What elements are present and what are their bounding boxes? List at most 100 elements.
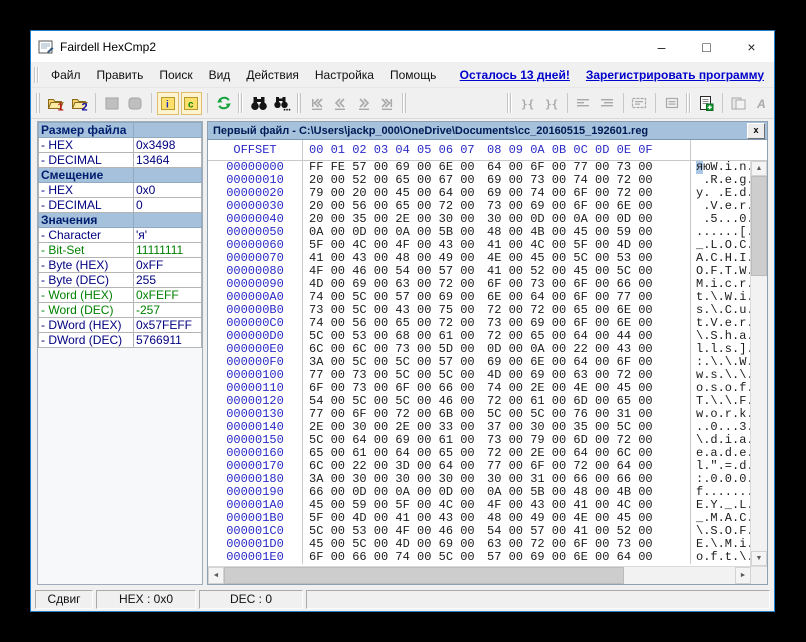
sidebar-row-character: - Character'я' — [39, 228, 202, 243]
sync-scroll-left-button: }{ — [517, 92, 538, 115]
find-icon — [250, 96, 268, 111]
maximize-button[interactable]: □ — [684, 31, 729, 62]
horizontal-scroll-thumb[interactable] — [224, 567, 624, 584]
goto-offset-button — [628, 92, 649, 115]
hex-row-000001B0[interactable]: 000001B05F 00 4D 00 41 00 43 0048 00 49 … — [208, 512, 750, 525]
save-file-1-icon — [104, 96, 120, 111]
hex-row-00000160[interactable]: 0000016065 00 61 00 64 00 65 0072 00 2E … — [208, 447, 750, 460]
open-file-1-button[interactable]: 1 — [45, 92, 66, 115]
sidebar-row-size-decimal: - DECIMAL13464 — [39, 153, 202, 168]
hex-row-00000020[interactable]: 0000002079 00 20 00 45 00 64 0069 00 74 … — [208, 187, 750, 200]
hex-ascii: t.\.W.i.n.d.o.w. — [690, 291, 750, 304]
menu-help[interactable]: Помощь — [382, 64, 444, 86]
sidebar-row-label: - Character — [39, 228, 134, 243]
hex-row-00000010[interactable]: 0000001020 00 52 00 65 00 67 0069 00 73 … — [208, 174, 750, 187]
sidebar-row-word-hex: - Word (HEX)0xFEFF — [39, 288, 202, 303]
scroll-up-icon[interactable]: ▲ — [751, 161, 767, 176]
hex-row-00000100[interactable]: 0000010077 00 73 00 5C 00 5C 004D 00 69 … — [208, 369, 750, 382]
sidebar-row-label: - Word (DEC) — [39, 303, 134, 318]
find-next-button[interactable] — [271, 92, 292, 115]
hex-row-00000110[interactable]: 000001106F 00 73 00 6F 00 66 0074 00 2E … — [208, 382, 750, 395]
hex-ascii: M.i.c.r.o.s.o.f. — [690, 278, 750, 291]
minimize-button[interactable]: – — [639, 31, 684, 62]
hex-panel-close-icon[interactable]: x — [747, 123, 765, 139]
hex-row-000000B0[interactable]: 000000B073 00 5C 00 43 00 75 0072 00 72 … — [208, 304, 750, 317]
register-program-link[interactable]: Зарегистрировать программу — [586, 68, 764, 82]
vertical-scroll-thumb[interactable] — [751, 176, 767, 276]
hex-row-00000050[interactable]: 000000500A 00 0D 00 0A 00 5B 0048 00 4B … — [208, 226, 750, 239]
toolbar-separator — [722, 93, 723, 113]
hex-row-00000060[interactable]: 000000605F 00 4C 00 4F 00 43 0041 00 4C … — [208, 239, 750, 252]
hex-row-000000F0[interactable]: 000000F03A 00 5C 00 5C 00 57 0069 00 6E … — [208, 356, 750, 369]
hex-ascii: s.\.C.u.r.r.e.n. — [690, 304, 750, 317]
hex-row-00000140[interactable]: 000001402E 00 30 00 2E 00 33 0037 00 30 … — [208, 421, 750, 434]
hex-row-00000190[interactable]: 0000019066 00 0D 00 0A 00 0D 000A 00 5B … — [208, 486, 750, 499]
hex-row-000000E0[interactable]: 000000E06C 00 6C 00 73 00 5D 000D 00 0A … — [208, 343, 750, 356]
trial-days-left-link[interactable]: Осталось 13 дней! — [460, 68, 570, 82]
hex-ascii: w.o.r.k.\.\.v.1. — [690, 408, 750, 421]
report-button[interactable] — [696, 92, 717, 115]
hex-ascii: :.\.\.W.i.n.d.o. — [690, 356, 750, 369]
menu-file[interactable]: Файл — [43, 64, 89, 86]
menu-settings[interactable]: Настройка — [307, 64, 382, 86]
close-button[interactable]: × — [729, 31, 774, 62]
sidebar-row-label: - Bit-Set — [39, 243, 134, 258]
menu-actions[interactable]: Действия — [238, 64, 307, 86]
hex-row-00000120[interactable]: 0000012054 00 5C 00 5C 00 46 0072 00 61 … — [208, 395, 750, 408]
menu-edit[interactable]: Править — [89, 64, 152, 86]
hex-row-00000080[interactable]: 000000804F 00 46 00 54 00 57 0041 00 52 … — [208, 265, 750, 278]
sidebar-row-value: -257 — [134, 303, 202, 318]
hex-bytes-left: 6F 00 66 00 74 00 5C 00 — [303, 551, 475, 564]
hex-row-000000C0[interactable]: 000000C074 00 56 00 65 00 72 0073 00 69 … — [208, 317, 750, 330]
recompare-button[interactable] — [213, 92, 234, 115]
scroll-right-icon[interactable]: ► — [735, 567, 751, 584]
sidebar-row-label: - Word (HEX) — [39, 288, 134, 303]
menu-view[interactable]: Вид — [201, 64, 239, 86]
hex-ascii: \.d.i.a.s.y.m.r. — [690, 434, 750, 447]
hex-offset: 000001E0 — [208, 551, 303, 564]
hex-row-000001A0[interactable]: 000001A045 00 59 00 5F 00 4C 004F 00 43 … — [208, 499, 750, 512]
horizontal-scroll-track — [624, 567, 735, 584]
hex-ascii: :.0.0.0.0.1.f.f. — [690, 473, 750, 486]
status-shift: Сдвиг — [35, 590, 93, 609]
hex-row-000001C0[interactable]: 000001C05C 00 53 00 4F 00 46 0054 00 57 … — [208, 525, 750, 538]
hex-row-000001D0[interactable]: 000001D045 00 5C 00 4D 00 69 0063 00 72 … — [208, 538, 750, 551]
hex-row-00000040[interactable]: 0000004020 00 35 00 2E 00 30 0030 00 0D … — [208, 213, 750, 226]
hex-row-00000000[interactable]: 00000000FF FE 57 00 69 00 6E 0064 00 6F … — [208, 161, 750, 174]
hex-ascii: l.".=.d.w.o.r.d. — [690, 460, 750, 473]
hex-row-00000070[interactable]: 0000007041 00 43 00 48 00 49 004E 00 45 … — [208, 252, 750, 265]
next-byte-diff-button — [458, 92, 479, 115]
hex-row-00000150[interactable]: 000001505C 00 64 00 69 00 61 0073 00 79 … — [208, 434, 750, 447]
hex-row-00000090[interactable]: 000000904D 00 69 00 63 00 72 006F 00 73 … — [208, 278, 750, 291]
open-file-2-button[interactable]: 2 — [69, 92, 90, 115]
vertical-scroll-track — [751, 276, 767, 551]
hex-ascii: y. .E.d.i.t.o.r. — [690, 187, 750, 200]
scrollbar-corner — [751, 567, 767, 584]
hex-row-000000A0[interactable]: 000000A074 00 5C 00 57 00 69 006E 00 64 … — [208, 291, 750, 304]
hex-row-000000D0[interactable]: 000000D05C 00 53 00 68 00 61 0072 00 65 … — [208, 330, 750, 343]
save-file-2-button — [125, 92, 146, 115]
hex-ascii: o.s.o.f.t...N.E. — [690, 382, 750, 395]
hex-row-000001E0[interactable]: 000001E06F 00 66 00 74 00 5C 0057 00 69 … — [208, 551, 750, 564]
svg-text:A: A — [756, 97, 766, 111]
scroll-down-icon[interactable]: ▼ — [751, 551, 767, 566]
scroll-left-icon[interactable]: ◄ — [208, 567, 224, 584]
hex-row-00000180[interactable]: 000001803A 00 30 00 30 00 30 0030 00 31 … — [208, 473, 750, 486]
hex-row-00000170[interactable]: 000001706C 00 22 00 3D 00 64 0077 00 6F … — [208, 460, 750, 473]
hex-ascii: ......[.H.K.E.Y. — [690, 226, 750, 239]
sync-scroll-right-button: }{ — [540, 92, 561, 115]
info-panel-button[interactable]: i — [157, 92, 178, 115]
sidebar-row-label: - DWord (HEX) — [39, 318, 134, 333]
menu-search[interactable]: Поиск — [151, 64, 200, 86]
hex-body: 00000000FF FE 57 00 69 00 6E 0064 00 6F … — [208, 161, 767, 566]
hex-row-00000030[interactable]: 0000003020 00 56 00 65 00 72 0073 00 69 … — [208, 200, 750, 213]
prev-byte-diff-button — [435, 92, 456, 115]
toolbar-separator — [655, 93, 656, 113]
font-settings-button: A — [751, 92, 772, 115]
hex-row-00000130[interactable]: 0000013077 00 6F 00 72 00 6B 005C 00 5C … — [208, 408, 750, 421]
find-button[interactable] — [248, 92, 269, 115]
byte-header-left: 00 01 02 03 04 05 06 07 — [303, 143, 475, 157]
sync-scroll-right-icon: }{ — [543, 96, 559, 111]
goto-offset-icon — [630, 96, 648, 110]
char-panel-button[interactable]: c — [181, 92, 202, 115]
